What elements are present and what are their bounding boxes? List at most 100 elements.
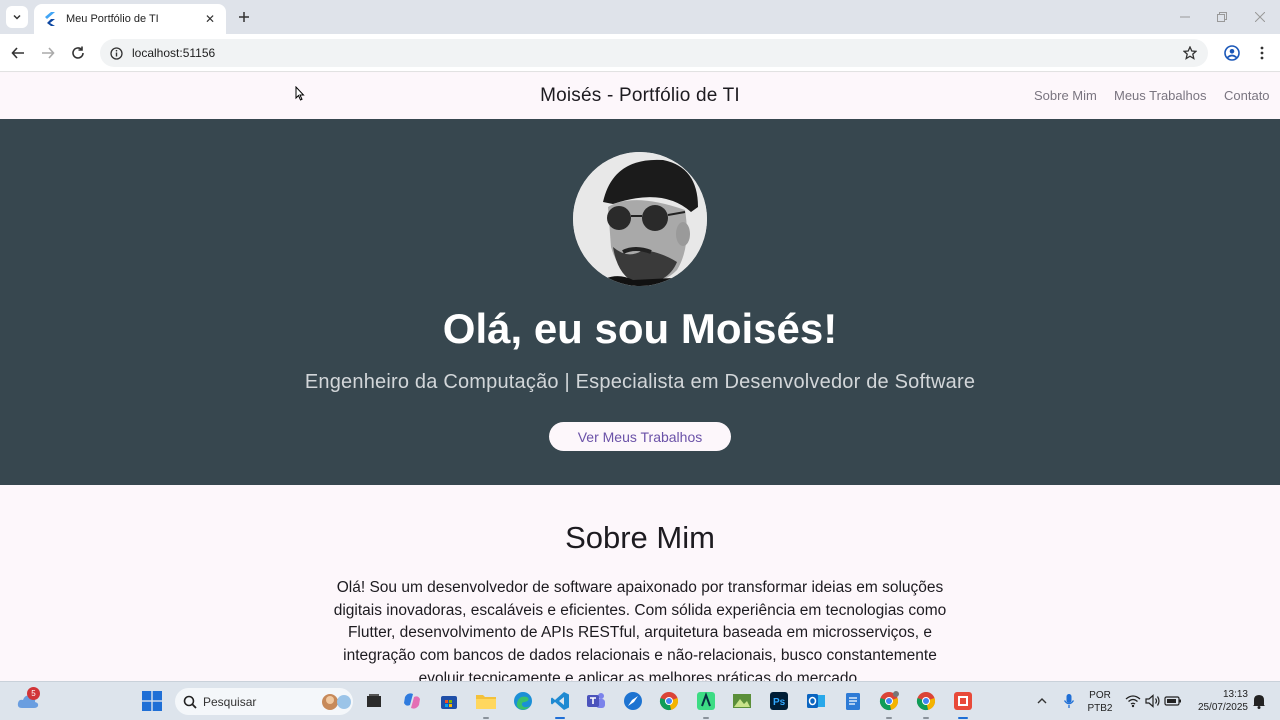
- site-info-icon[interactable]: [108, 45, 124, 61]
- minimize-icon: [1180, 16, 1190, 18]
- teams-icon: [587, 693, 605, 708]
- browser-toolbar: localhost:51156: [0, 34, 1280, 72]
- minimize-button[interactable]: [1174, 6, 1196, 28]
- back-button[interactable]: [7, 42, 29, 64]
- microphone-icon: [1063, 694, 1075, 708]
- new-tab-button[interactable]: [234, 7, 254, 27]
- outlook-app[interactable]: [805, 690, 827, 712]
- forward-button[interactable]: [37, 42, 59, 64]
- arrow-right-icon: [42, 47, 55, 59]
- reload-button[interactable]: [67, 42, 89, 64]
- about-paragraph: Olá! Sou um desenvolvedor de software ap…: [310, 577, 970, 691]
- language-code: POR: [1089, 690, 1111, 701]
- arrow-left-icon: [11, 47, 24, 59]
- notifications-button[interactable]: [1248, 690, 1270, 712]
- close-tab-icon[interactable]: ✕: [202, 11, 218, 27]
- wifi-status[interactable]: [1122, 690, 1144, 712]
- active-tab[interactable]: Meu Portfólio de TI ✕: [34, 4, 226, 34]
- view-works-button[interactable]: Ver Meus Trabalhos: [549, 422, 731, 451]
- input-language[interactable]: POR PTB2: [1086, 689, 1114, 715]
- start-button[interactable]: [141, 690, 163, 712]
- svg-text:Ps: Ps: [773, 697, 786, 708]
- more-vertical-icon: [1260, 46, 1264, 60]
- show-hidden-icons-button[interactable]: [1031, 690, 1053, 712]
- hero-title: Olá, eu sou Moisés!: [442, 305, 838, 352]
- windows-taskbar: 5 Pesquisar Ps POR PTB2 13:13 25/07/2025: [0, 681, 1280, 720]
- chrome-icon: [659, 692, 679, 711]
- notification-badge: 5: [27, 687, 40, 700]
- volume-status[interactable]: [1142, 690, 1164, 712]
- nav-link-sobre-mim[interactable]: Sobre Mim: [1034, 88, 1097, 103]
- chrome-profile-app[interactable]: [878, 690, 900, 719]
- chevron-down-icon: [13, 14, 21, 20]
- active-indicator: [958, 717, 968, 719]
- notepad-app[interactable]: [842, 690, 864, 712]
- search-placeholder: Pesquisar: [203, 694, 257, 709]
- active-indicator: [555, 717, 565, 719]
- app-window-icon: [954, 692, 972, 710]
- about-line: digitais inovadoras, escaláveis e eficie…: [333, 601, 947, 619]
- profile-button[interactable]: [1221, 42, 1243, 64]
- close-window-button[interactable]: [1249, 6, 1271, 28]
- cortana-app[interactable]: [622, 690, 644, 712]
- reload-icon: [72, 46, 84, 59]
- clock[interactable]: 13:13 25/07/2025: [1186, 688, 1248, 714]
- folder-icon: [476, 695, 496, 709]
- photoshop-icon: Ps: [770, 692, 788, 710]
- about-title: Sobre Mim: [565, 520, 715, 555]
- address-bar[interactable]: localhost:51156: [100, 39, 1208, 67]
- plus-icon: [239, 12, 249, 22]
- running-indicator: [886, 717, 892, 719]
- about-line: Flutter, desenvolvimento de APIs RESTful…: [347, 624, 933, 642]
- tab-search-button[interactable]: [6, 6, 28, 28]
- chrome-window-app[interactable]: [915, 690, 937, 719]
- keyboard-layout: PTB2: [1087, 703, 1113, 714]
- running-indicator: [483, 717, 489, 719]
- search-icon: [183, 695, 197, 709]
- running-indicator: [923, 717, 929, 719]
- chrome-icon: [916, 692, 936, 711]
- restore-icon: [1217, 12, 1227, 22]
- restore-button[interactable]: [1211, 6, 1233, 28]
- nav-link-meus-trabalhos[interactable]: Meus Trabalhos: [1114, 88, 1207, 103]
- bookmark-star-icon[interactable]: [1180, 43, 1200, 63]
- edge-app[interactable]: [512, 690, 534, 712]
- nav-link-contato[interactable]: Contato: [1224, 88, 1270, 103]
- about-line: Olá! Sou um desenvolvedor de software ap…: [336, 579, 944, 596]
- battery-icon: [1164, 696, 1181, 706]
- tab-title: Meu Portfólio de TI: [66, 13, 159, 25]
- browser-tab-bar: Meu Portfólio de TI ✕: [0, 0, 1280, 34]
- about-line: integração com bancos de dados relaciona…: [343, 647, 937, 665]
- profile-icon: [1224, 45, 1240, 61]
- microphone-button[interactable]: [1058, 690, 1080, 712]
- windows-logo-icon: [142, 691, 162, 711]
- flutter-debug-app[interactable]: [952, 690, 974, 719]
- search-highlight-icon: [322, 693, 351, 710]
- android-studio-app[interactable]: [695, 690, 717, 719]
- compass-icon: [624, 692, 642, 710]
- edge-icon: [514, 692, 532, 710]
- running-indicator: [703, 717, 709, 719]
- browser-menu-button[interactable]: [1251, 42, 1273, 64]
- wifi-icon: [1125, 695, 1141, 708]
- speaker-icon: [1145, 694, 1160, 708]
- image-icon: [733, 694, 751, 708]
- store-icon: [441, 696, 457, 709]
- android-studio-icon: [697, 692, 715, 710]
- hero-section: Olá, eu sou Moisés! Engenheiro da Comput…: [0, 119, 1280, 485]
- chrome-app[interactable]: [658, 690, 680, 712]
- bell-icon: [1253, 695, 1265, 709]
- copilot-app[interactable]: [401, 690, 423, 712]
- file-explorer-app[interactable]: [475, 690, 497, 719]
- teams-app[interactable]: [585, 690, 607, 712]
- outlook-icon: [807, 694, 825, 708]
- photoshop-app[interactable]: Ps: [768, 690, 790, 712]
- battery-status[interactable]: [1162, 690, 1184, 712]
- vscode-app[interactable]: [549, 690, 571, 719]
- app-bar: Moisés - Portfólio de TI Sobre Mim Meus …: [0, 73, 1280, 119]
- photo-app[interactable]: [731, 690, 753, 712]
- copilot-icon: [404, 693, 420, 709]
- store-app[interactable]: [438, 690, 460, 712]
- task-view-button[interactable]: [363, 690, 385, 712]
- taskbar-search[interactable]: Pesquisar: [175, 688, 353, 715]
